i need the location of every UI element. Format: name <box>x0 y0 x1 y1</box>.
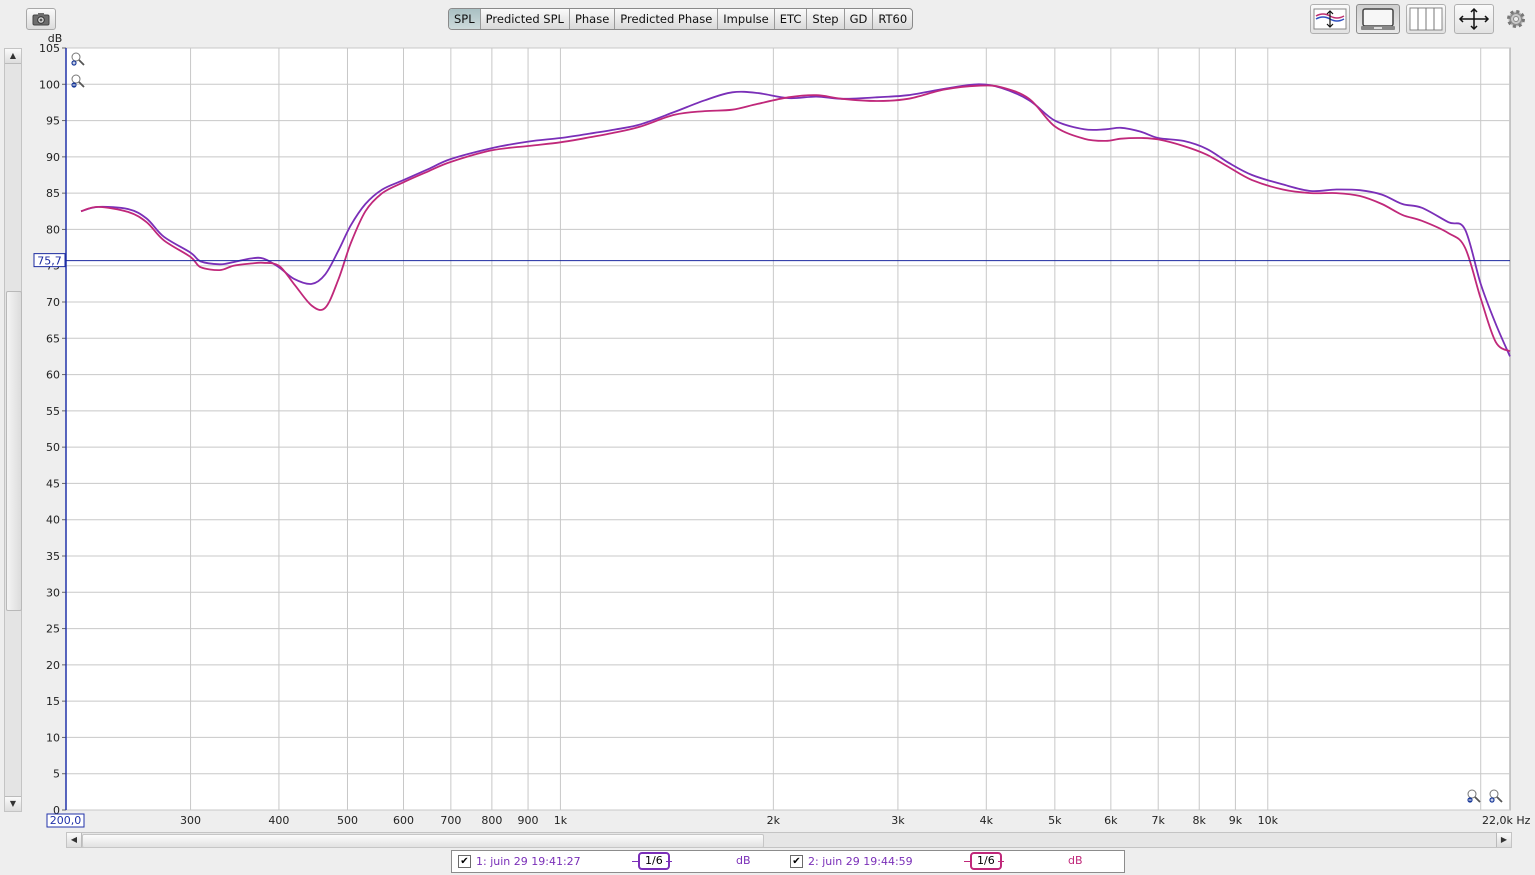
legend-entry-2: ✔ 2: juin 29 19:44:59 <box>790 851 913 872</box>
x-tick-label: 5k <box>1048 814 1062 827</box>
legend-swatch-1-right <box>666 861 672 862</box>
plot-area[interactable] <box>65 47 1511 811</box>
y-tick-label: 45 <box>46 477 60 490</box>
x-tick-label: 300 <box>180 814 201 827</box>
y-tick-label: 5 <box>53 768 60 781</box>
legend-checkbox-1[interactable]: ✔ <box>458 855 471 868</box>
y-tick-label: 15 <box>46 695 60 708</box>
x-zoom-in-icon-lens <box>1489 789 1499 799</box>
x-tick-label: 7k <box>1152 814 1166 827</box>
y-tick-label: 95 <box>46 115 60 128</box>
x-zoom-out-icon-lens <box>1467 789 1477 799</box>
smoothing-badge-1-text: 1/6 <box>645 854 663 867</box>
legend-swatch-2-right <box>998 861 1004 862</box>
x-start-label[interactable]: 200,0 <box>46 813 85 828</box>
y-zoom-out-icon-lens <box>71 74 81 84</box>
smoothing-badge-1[interactable]: 1/6 <box>638 852 670 870</box>
x-end-label: 22,0k Hz <box>1482 814 1531 827</box>
y-tick-label: 65 <box>46 332 60 345</box>
y-tick-label: 40 <box>46 514 60 527</box>
x-tick-label: 8k <box>1193 814 1207 827</box>
legend-entry-1: ✔ 1: juin 29 19:41:27 <box>458 851 581 872</box>
y-tick-label: 60 <box>46 369 60 382</box>
x-tick-label: 10k <box>1258 814 1279 827</box>
x-tick-label: 500 <box>337 814 358 827</box>
smoothing-badge-2-text: 1/6 <box>977 854 995 867</box>
legend-name-2[interactable]: 2: juin 29 19:44:59 <box>808 855 913 868</box>
y-tick-label: 25 <box>46 623 60 636</box>
y-tick-label: 35 <box>46 550 60 563</box>
horizontal-scroll-thumb[interactable] <box>82 834 764 848</box>
x-tick-label: 6k <box>1104 814 1118 827</box>
y-tick-label: 90 <box>46 151 60 164</box>
x-tick-label: 3k <box>891 814 905 827</box>
x-tick-label: 800 <box>481 814 502 827</box>
x-tick-label: 600 <box>393 814 414 827</box>
legend-checkbox-2[interactable]: ✔ <box>790 855 803 868</box>
legend-unit-2: dB <box>1068 854 1083 867</box>
legend-unit-1: dB <box>736 854 751 867</box>
x-tick-label: 2k <box>767 814 781 827</box>
y-tick-label: 100 <box>39 78 60 91</box>
x-tick-label: 900 <box>518 814 539 827</box>
legend: ✔ 1: juin 29 19:41:27 1/6 dB ✔ 2: juin 2… <box>451 850 1125 873</box>
y-tick-label: 85 <box>46 187 60 200</box>
horizontal-scrollbar[interactable]: ◀ ▶ <box>66 832 1512 848</box>
reference-line-label[interactable]: 75,7 <box>33 253 66 268</box>
y-tick-label: 50 <box>46 441 60 454</box>
reference-label-text: 75,7 <box>37 255 62 268</box>
spl-chart[interactable]: 0510152025303540455055606570758085909510… <box>0 0 1535 875</box>
smoothing-badge-2[interactable]: 1/6 <box>970 852 1002 870</box>
x-tick-label: 4k <box>980 814 994 827</box>
x-tick-label: 700 <box>440 814 461 827</box>
x-start-label-text: 200,0 <box>50 814 82 827</box>
y-tick-label: 70 <box>46 296 60 309</box>
x-tick-label: 400 <box>268 814 289 827</box>
scroll-right-button[interactable]: ▶ <box>1496 833 1511 847</box>
y-axis-label: dB <box>48 32 63 45</box>
y-tick-label: 80 <box>46 223 60 236</box>
y-tick-label: 55 <box>46 405 60 418</box>
y-zoom-in-icon-lens <box>71 52 81 62</box>
x-tick-label: 1k <box>554 814 568 827</box>
x-tick-label: 9k <box>1229 814 1243 827</box>
scroll-left-button[interactable]: ◀ <box>67 833 82 847</box>
y-tick-label: 10 <box>46 731 60 744</box>
y-tick-label: 30 <box>46 586 60 599</box>
legend-name-1[interactable]: 1: juin 29 19:41:27 <box>476 855 581 868</box>
y-tick-label: 20 <box>46 659 60 672</box>
arrow-right-icon: ▶ <box>1500 835 1508 844</box>
arrow-left-icon: ◀ <box>70 835 78 844</box>
